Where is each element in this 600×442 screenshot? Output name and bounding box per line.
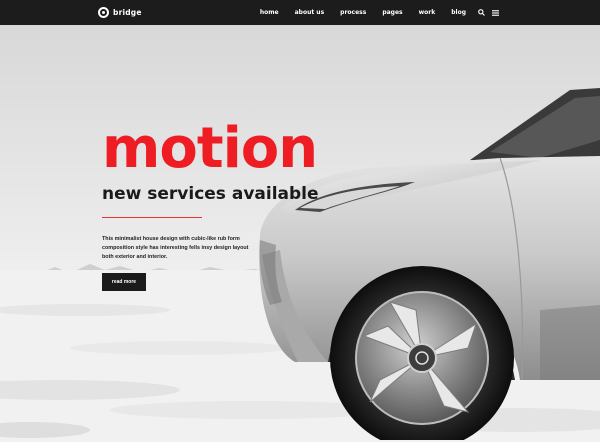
menu-icon[interactable] <box>488 0 502 25</box>
search-icon[interactable] <box>474 0 488 25</box>
nav-item-pages[interactable]: pages <box>374 9 410 16</box>
logo[interactable]: bridge <box>98 6 142 19</box>
hero-description: This minimalist house design with cubic-… <box>102 236 249 261</box>
top-navigation-bar: bridge home about us process pages work … <box>0 0 600 25</box>
read-more-button[interactable]: read more <box>102 273 146 291</box>
nav-item-about-us[interactable]: about us <box>287 9 333 16</box>
hero-subheadline: new services available <box>102 184 319 204</box>
logo-mark-icon <box>98 7 109 18</box>
nav-item-work[interactable]: work <box>411 9 444 16</box>
logo-text: bridge <box>113 8 142 17</box>
nav-item-process[interactable]: process <box>332 9 374 16</box>
hero-section: motion new services available This minim… <box>0 25 600 442</box>
main-menu: home about us process pages work blog <box>252 0 502 25</box>
accent-divider <box>102 217 202 218</box>
nav-item-home[interactable]: home <box>252 9 287 16</box>
nav-item-blog[interactable]: blog <box>443 9 474 16</box>
hero-headline: motion <box>102 116 318 181</box>
